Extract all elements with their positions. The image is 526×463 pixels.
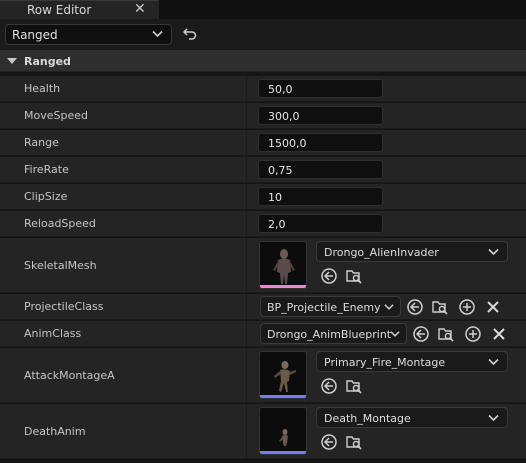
property-row-range: Range 1500,0 [0,130,526,156]
property-label: Range [24,136,59,149]
property-label: ProjectileClass [24,300,104,313]
asset-thumbnail[interactable] [259,351,307,399]
property-row-animclass: AnimClass Drongo_AnimBlueprint [0,321,526,347]
arrow-left-circle-icon[interactable] [320,377,338,395]
property-row-deathanim: DeathAnim Death_Montage [0,404,526,459]
chevron-down-icon [488,358,499,366]
property-row-skeletalmesh: SkeletalMesh Drongo_AlienInvader [0,238,526,293]
chevron-down-icon [488,248,499,256]
toolbar: Ranged [0,19,526,50]
tab-title: Row Editor [27,3,92,17]
range-value: 1500,0 [268,137,307,150]
health-input[interactable]: 50,0 [258,79,383,98]
property-label: ReloadSpeed [24,217,96,230]
movespeed-value: 300,0 [268,110,300,123]
folder-search-icon[interactable] [431,298,449,316]
firerate-input[interactable]: 0,75 [258,160,383,179]
property-label: FireRate [24,163,69,176]
property-row-clipsize: ClipSize 10 [0,184,526,210]
property-label: AttackMontageA [24,369,115,382]
property-row-reloadspeed: ReloadSpeed 2,0 [0,211,526,237]
row-name-dropdown[interactable]: Ranged [5,24,172,45]
anim-montage-icon [274,361,296,392]
deathanim-asset-dropdown[interactable]: Death_Montage [316,407,508,428]
firerate-value: 0,75 [268,164,293,177]
tab-row-editor[interactable]: Row Editor ✕ [0,0,159,19]
chevron-down-icon [152,30,163,38]
property-label: MoveSpeed [24,109,88,122]
movespeed-input[interactable]: 300,0 [258,106,383,125]
tab-bar: Row Editor ✕ [0,0,526,19]
asset-thumbnail[interactable] [259,241,307,289]
anim-montage-icon [279,429,288,446]
asset-type-bar [260,451,306,454]
undo-arrow-icon[interactable] [183,28,197,40]
property-row-firerate: FireRate 0,75 [0,157,526,183]
character-mesh-icon [273,249,295,284]
folder-search-icon[interactable] [345,267,363,285]
reloadspeed-input[interactable]: 2,0 [258,214,383,233]
projectileclass-dropdown[interactable]: BP_Projectile_Enemy [260,296,401,317]
asset-name: Primary_Fire_Montage [324,356,446,369]
folder-search-icon[interactable] [345,433,363,451]
folder-search-icon[interactable] [345,377,363,395]
category-header-ranged[interactable]: Ranged [0,50,526,72]
caret-down-icon[interactable] [7,58,17,64]
property-label: DeathAnim [24,425,86,438]
class-name: BP_Projectile_Enemy [267,301,381,314]
property-label: SkeletalMesh [24,259,97,272]
skeletalmesh-asset-dropdown[interactable]: Drongo_AlienInvader [316,241,508,262]
plus-circle-icon[interactable] [464,325,482,343]
property-row-movespeed: MoveSpeed 300,0 [0,103,526,129]
x-icon[interactable] [490,325,508,343]
property-label: AnimClass [24,327,82,340]
asset-type-bar [260,285,306,288]
attackmontagea-asset-dropdown[interactable]: Primary_Fire_Montage [316,351,508,372]
reloadspeed-value: 2,0 [268,218,286,231]
arrow-left-circle-icon[interactable] [320,433,338,451]
class-name: Drongo_AnimBlueprint [267,328,392,341]
health-value: 50,0 [268,83,293,96]
category-label: Ranged [24,55,71,68]
clipsize-value: 10 [268,191,282,204]
asset-thumbnail[interactable] [259,407,307,455]
arrow-left-circle-icon[interactable] [320,267,338,285]
arrow-left-circle-icon[interactable] [406,298,424,316]
property-label: Health [24,82,61,95]
plus-circle-icon[interactable] [458,298,476,316]
folder-search-icon[interactable] [437,325,455,343]
chevron-down-icon [384,304,394,310]
arrow-left-circle-icon[interactable] [412,325,430,343]
close-icon[interactable]: ✕ [134,1,146,17]
x-icon[interactable] [484,298,502,316]
asset-type-bar [260,395,306,398]
asset-name: Drongo_AlienInvader [324,246,439,259]
chevron-down-icon [390,331,400,337]
row-name-value: Ranged [12,28,58,42]
property-row-attackmontagea: AttackMontageA Primary_Fire_Montage [0,348,526,403]
animclass-dropdown[interactable]: Drongo_AnimBlueprint [260,323,407,344]
property-row-projectileclass: ProjectileClass BP_Projectile_Enemy [0,294,526,320]
chevron-down-icon [488,414,499,422]
panel-bottom-edge [0,459,526,463]
property-row-health: Health 50,0 [0,76,526,102]
clipsize-input[interactable]: 10 [258,187,383,206]
range-input[interactable]: 1500,0 [258,133,383,152]
asset-name: Death_Montage [324,412,411,425]
property-label: ClipSize [24,190,68,203]
